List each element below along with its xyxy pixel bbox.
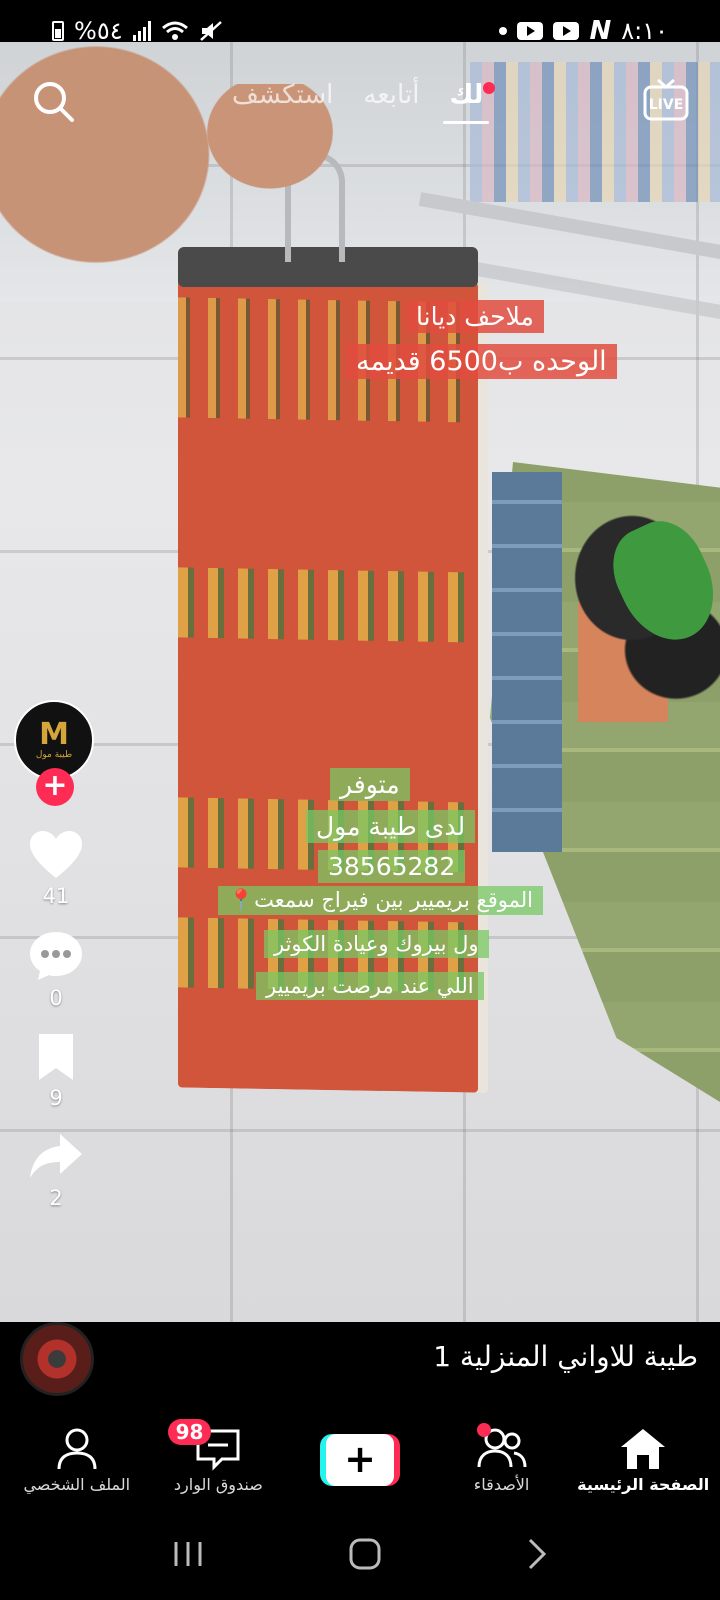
sound-title[interactable]: طيبة للاواني المنزلية 1 bbox=[433, 1340, 698, 1373]
heart-icon bbox=[30, 831, 82, 878]
tab-friends-label: الأصدقاء bbox=[473, 1474, 530, 1494]
tab-profile-label: الملف الشخصي bbox=[23, 1474, 131, 1494]
bottom-tab-bar: الصفحة الرئيسية الأصدقاء + 98 صندوق الوا… bbox=[0, 1412, 720, 1508]
home-icon bbox=[621, 1428, 666, 1469]
comment-count: 0 bbox=[49, 986, 63, 1010]
status-left-icons: %٥٤ bbox=[52, 17, 223, 45]
tab-label: استكشف bbox=[232, 80, 334, 110]
tab-inbox-label: صندوق الوارد bbox=[173, 1474, 263, 1494]
video-player[interactable]: ملاحف ديانا الوحده ب6500 قديمه متوفر لدى… bbox=[0, 42, 720, 1322]
like-button[interactable]: 41 bbox=[28, 830, 84, 908]
music-disc-icon[interactable] bbox=[20, 1322, 94, 1396]
sound-bar: طيبة للاواني المنزلية 1 bbox=[0, 1322, 720, 1412]
battery-icon bbox=[52, 21, 64, 41]
create-button[interactable]: + bbox=[319, 1434, 400, 1486]
caption-info-line: 38565282 bbox=[318, 850, 466, 883]
caption-info-line: 📍الموقع بريميير بين فيراج سمعت bbox=[218, 886, 543, 915]
fabric-pattern-band bbox=[178, 567, 478, 643]
tab-home-label: الصفحة الرئيسية bbox=[577, 1474, 710, 1494]
caption-title-line-1: ملاحف ديانا bbox=[406, 300, 544, 333]
profile-icon bbox=[57, 1428, 97, 1469]
caption-title-line-2: الوحده ب6500 قديمه bbox=[346, 344, 617, 379]
wifi-icon bbox=[161, 21, 188, 40]
mute-icon bbox=[199, 21, 222, 41]
signal-icon bbox=[132, 21, 151, 41]
caption-info-line: ول بيروك وعيادة الكوثر bbox=[264, 930, 489, 958]
caption-info-line: اللي عند مرصت بريميير bbox=[256, 972, 484, 1000]
tab-inbox[interactable]: 98 صندوق الوارد bbox=[148, 1418, 290, 1494]
tab-friends[interactable]: الأصدقاء bbox=[431, 1422, 573, 1494]
battery-percent: %٥٤ bbox=[74, 17, 123, 45]
plus-icon: + bbox=[325, 1434, 394, 1486]
video-fabric bbox=[178, 277, 478, 1093]
top-nav: لك أتابعه استكشف LIVE bbox=[0, 70, 720, 150]
share-arrow-icon bbox=[30, 1134, 82, 1178]
tab-create[interactable]: + bbox=[289, 1434, 431, 1486]
live-button[interactable]: LIVE bbox=[642, 76, 690, 122]
caption-info-line: متوفر bbox=[330, 768, 410, 801]
avatar-logo-mark: M bbox=[39, 717, 69, 752]
tab-for-you[interactable]: لك bbox=[443, 80, 496, 124]
comment-button[interactable]: 0 bbox=[28, 930, 84, 1010]
avatar-logo-text: طيبة مول bbox=[35, 750, 73, 760]
notification-dot-icon bbox=[499, 27, 508, 35]
clock: ٨:١٠ bbox=[621, 17, 668, 45]
share-count: 2 bbox=[49, 1186, 63, 1210]
bookmark-icon bbox=[39, 1034, 73, 1080]
save-button[interactable]: 9 bbox=[35, 1032, 77, 1110]
system-nav-bar bbox=[0, 1508, 720, 1600]
tab-home[interactable]: الصفحة الرئيسية bbox=[572, 1427, 714, 1494]
save-count: 9 bbox=[49, 1086, 63, 1110]
youtube-notification-icon bbox=[517, 22, 544, 40]
creator-avatar-wrap: M طيبة مول + bbox=[14, 700, 98, 806]
live-label: LIVE bbox=[649, 97, 684, 113]
tab-label: أتابعه bbox=[363, 80, 420, 110]
share-button[interactable]: 2 bbox=[28, 1132, 84, 1210]
home-button-icon[interactable] bbox=[348, 1537, 382, 1571]
tab-following[interactable]: أتابعه bbox=[363, 80, 419, 124]
youtube-notification-icon-2 bbox=[553, 22, 580, 40]
tab-label: لك bbox=[449, 80, 484, 110]
friends-notification-dot bbox=[476, 1422, 491, 1437]
tab-profile[interactable]: الملف الشخصي bbox=[6, 1427, 148, 1494]
search-icon[interactable] bbox=[30, 78, 76, 124]
tab-notification-dot bbox=[483, 82, 496, 94]
comment-icon bbox=[30, 932, 82, 980]
recent-apps-icon[interactable] bbox=[171, 1539, 205, 1569]
tab-explore[interactable]: استكشف bbox=[232, 80, 333, 124]
like-count: 41 bbox=[42, 884, 70, 908]
follow-button[interactable]: + bbox=[36, 768, 74, 806]
live-tv-icon: LIVE bbox=[643, 78, 689, 121]
action-rail: M طيبة مول + 41 0 9 2 bbox=[14, 700, 98, 1210]
caption-info-line: لدى طيبة مول bbox=[306, 810, 476, 843]
inbox-badge: 98 bbox=[167, 1418, 212, 1445]
back-arrow-icon[interactable] bbox=[525, 1537, 549, 1571]
feed-tabs: لك أتابعه استكشف bbox=[232, 80, 496, 124]
